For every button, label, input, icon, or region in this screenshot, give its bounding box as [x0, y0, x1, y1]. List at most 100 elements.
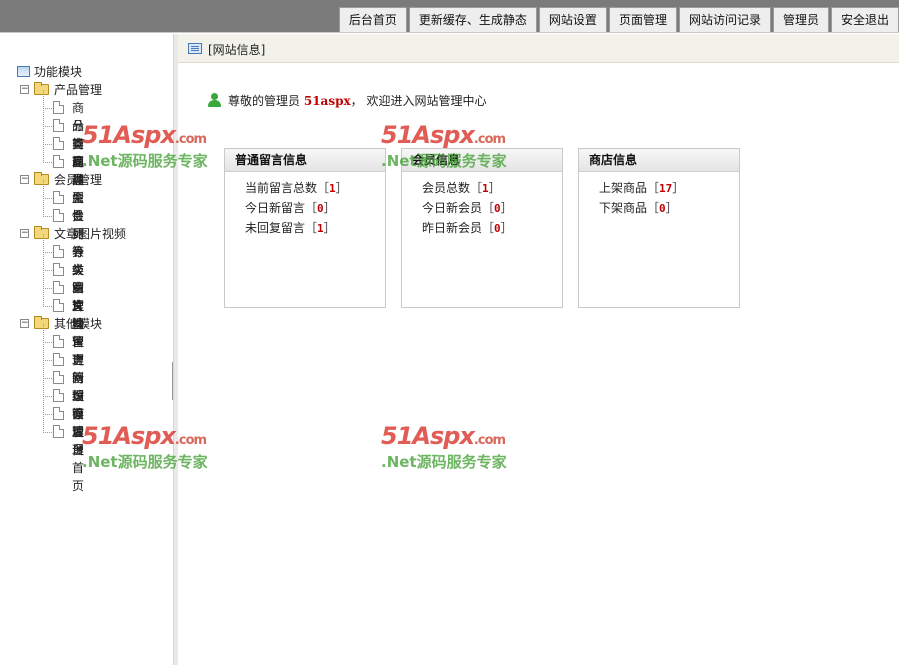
- stat-label: 昨日新会员: [422, 221, 483, 235]
- stat-value: 17: [659, 182, 673, 195]
- tree-root-icon: [17, 66, 30, 77]
- tree-item-article-management[interactable]: 文章管理: [17, 261, 84, 331]
- panel-members: 会员信息 会员总数［1］ 今日新会员［0］ 昨日新会员［0］: [401, 148, 563, 308]
- document-icon: [53, 191, 64, 204]
- folder-icon: [34, 316, 49, 329]
- nav-update-cache[interactable]: 更新缓存、生成静态: [408, 7, 537, 32]
- stat-value: 1: [329, 182, 336, 195]
- nav-home[interactable]: 后台首页: [338, 7, 407, 32]
- tree-item-document-management[interactable]: 文档管理: [17, 297, 84, 367]
- top-nav-menu: 后台首页 更新缓存、生成静态 网站设置 页面管理 网站访问记录 管理员 安全退出: [337, 7, 899, 32]
- tree-root[interactable]: 功能模块: [17, 63, 82, 81]
- stat-row: 上架商品［17］: [599, 181, 685, 195]
- collapse-icon[interactable]: −: [20, 175, 29, 184]
- tree-item-category-management[interactable]: 分类管理: [17, 117, 84, 187]
- tree-item-goods-type[interactable]: 商品类型: [17, 135, 84, 205]
- tree-item-site-settings[interactable]: 网站设置: [17, 369, 84, 439]
- tree-item-goods-attributes[interactable]: 商品属性: [17, 153, 84, 223]
- welcome-prefix: 尊敬的管理员: [228, 94, 301, 108]
- stat-label: 上架商品: [599, 181, 648, 195]
- tree-item-page-management[interactable]: 页面管理: [17, 387, 84, 457]
- document-icon: [53, 155, 64, 168]
- collapse-icon[interactable]: −: [20, 319, 29, 328]
- tree-group-label: 会员管理: [54, 173, 103, 187]
- document-icon: [53, 119, 64, 132]
- main-content: [网站信息] 尊敬的管理员 51aspx， 欢迎进入网站管理中心 普通留言信息 …: [178, 34, 899, 665]
- panel-title: 商店信息: [579, 149, 739, 172]
- folder-icon: [34, 226, 49, 239]
- tree-item-admins[interactable]: 管理员: [17, 405, 84, 457]
- tree-group-members[interactable]: − 会员管理: [17, 171, 102, 189]
- tree-item-article-category[interactable]: 分类管理: [17, 243, 84, 313]
- nav-logout[interactable]: 安全退出: [830, 7, 899, 32]
- user-icon: [208, 93, 221, 107]
- panel-title: 会员信息: [402, 149, 562, 172]
- panel-title: 普通留言信息: [225, 149, 385, 172]
- tree-item-messages[interactable]: 留言管理: [17, 333, 84, 403]
- nav-site-settings[interactable]: 网站设置: [538, 7, 607, 32]
- welcome-suffix: ， 欢迎进入网站管理中心: [350, 94, 487, 108]
- stat-label: 会员总数: [422, 181, 471, 195]
- tree-root-label: 功能模块: [34, 65, 83, 79]
- tree-group-articles-media[interactable]: − 文章图片视频: [17, 225, 126, 243]
- document-icon: [53, 425, 64, 438]
- stat-row: 未回复留言［1］: [245, 221, 336, 235]
- tree-group-products[interactable]: − 产品管理: [17, 81, 102, 99]
- document-icon: [53, 299, 64, 312]
- window-icon: [188, 43, 202, 54]
- folder-icon: [34, 82, 49, 95]
- stat-row: 当前留言总数［1］: [245, 181, 348, 195]
- stat-label: 下架商品: [599, 201, 648, 215]
- document-icon: [53, 245, 64, 258]
- tree-item-goods-management[interactable]: 商品管理: [17, 99, 84, 169]
- tree-group-articles-items: 分类管理 文章管理 图片管理 文档管理: [17, 234, 84, 367]
- stat-label: 未回复留言: [245, 221, 306, 235]
- document-icon: [53, 389, 64, 402]
- tree-item-member-list[interactable]: 会员列表: [17, 189, 84, 259]
- stat-value: 0: [317, 202, 324, 215]
- panel-body: 当前留言总数［1］ 今日新留言［0］ 未回复留言［1］: [225, 172, 385, 238]
- nav-visit-log[interactable]: 网站访问记录: [678, 7, 771, 32]
- top-nav-bar: 后台首页 更新缓存、生成静态 网站设置 页面管理 网站访问记录 管理员 安全退出: [0, 0, 899, 33]
- tree-group-label: 文章图片视频: [54, 227, 127, 241]
- document-icon: [53, 209, 64, 222]
- tree-group-label: 产品管理: [54, 83, 103, 97]
- tree-group-products-items: 商品管理 分类管理 商品类型 商品属性: [17, 90, 84, 223]
- collapse-icon[interactable]: −: [20, 85, 29, 94]
- tree-group-other[interactable]: − 其他模块: [17, 315, 102, 333]
- tree-group-other-items: 留言管理 更新缓存 网站设置 页面管理 管理员 后台首页: [17, 324, 84, 493]
- document-icon: [53, 353, 64, 366]
- stat-value: 1: [317, 222, 324, 235]
- tree-item-admin-home[interactable]: 后台首页: [17, 423, 84, 493]
- collapse-icon[interactable]: −: [20, 229, 29, 238]
- panel-messages: 普通留言信息 当前留言总数［1］ 今日新留言［0］ 未回复留言［1］: [224, 148, 386, 308]
- tree-item-member-level[interactable]: 会员等级: [17, 207, 84, 277]
- document-icon: [53, 281, 64, 294]
- panel-body: 上架商品［17］ 下架商品［0］: [579, 172, 739, 218]
- tree-item-image-management[interactable]: 图片管理: [17, 279, 84, 349]
- nav-admins[interactable]: 管理员: [772, 7, 829, 32]
- stat-row: 今日新会员［0］: [422, 201, 513, 215]
- breadcrumb-text: [网站信息]: [208, 43, 266, 57]
- stat-row: 下架商品［0］: [599, 201, 678, 215]
- document-icon: [53, 137, 64, 150]
- sidebar: 功能模块 − 产品管理 商品管理 分类管理 商品类型 商品属性 − 会员管理 会…: [0, 34, 174, 665]
- tree-group-label: 其他模块: [54, 317, 103, 331]
- breadcrumb: [网站信息]: [178, 34, 899, 63]
- welcome-text: 尊敬的管理员 51aspx， 欢迎进入网站管理中心: [228, 93, 486, 109]
- document-icon: [53, 263, 64, 276]
- folder-icon: [34, 172, 49, 185]
- tree-item-update-cache[interactable]: 更新缓存: [17, 351, 84, 421]
- stat-label: 今日新会员: [422, 201, 483, 215]
- panel-store: 商店信息 上架商品［17］ 下架商品［0］: [578, 148, 740, 308]
- stat-row: 昨日新会员［0］: [422, 221, 513, 235]
- document-icon: [53, 101, 64, 114]
- document-icon: [53, 371, 64, 384]
- document-icon: [53, 335, 64, 348]
- stat-value: 0: [659, 202, 666, 215]
- nav-page-management[interactable]: 页面管理: [608, 7, 677, 32]
- stat-label: 当前留言总数: [245, 181, 318, 195]
- tree-group-members-items: 会员列表 会员等级: [17, 180, 84, 277]
- stat-value: 0: [494, 202, 501, 215]
- document-icon: [53, 407, 64, 420]
